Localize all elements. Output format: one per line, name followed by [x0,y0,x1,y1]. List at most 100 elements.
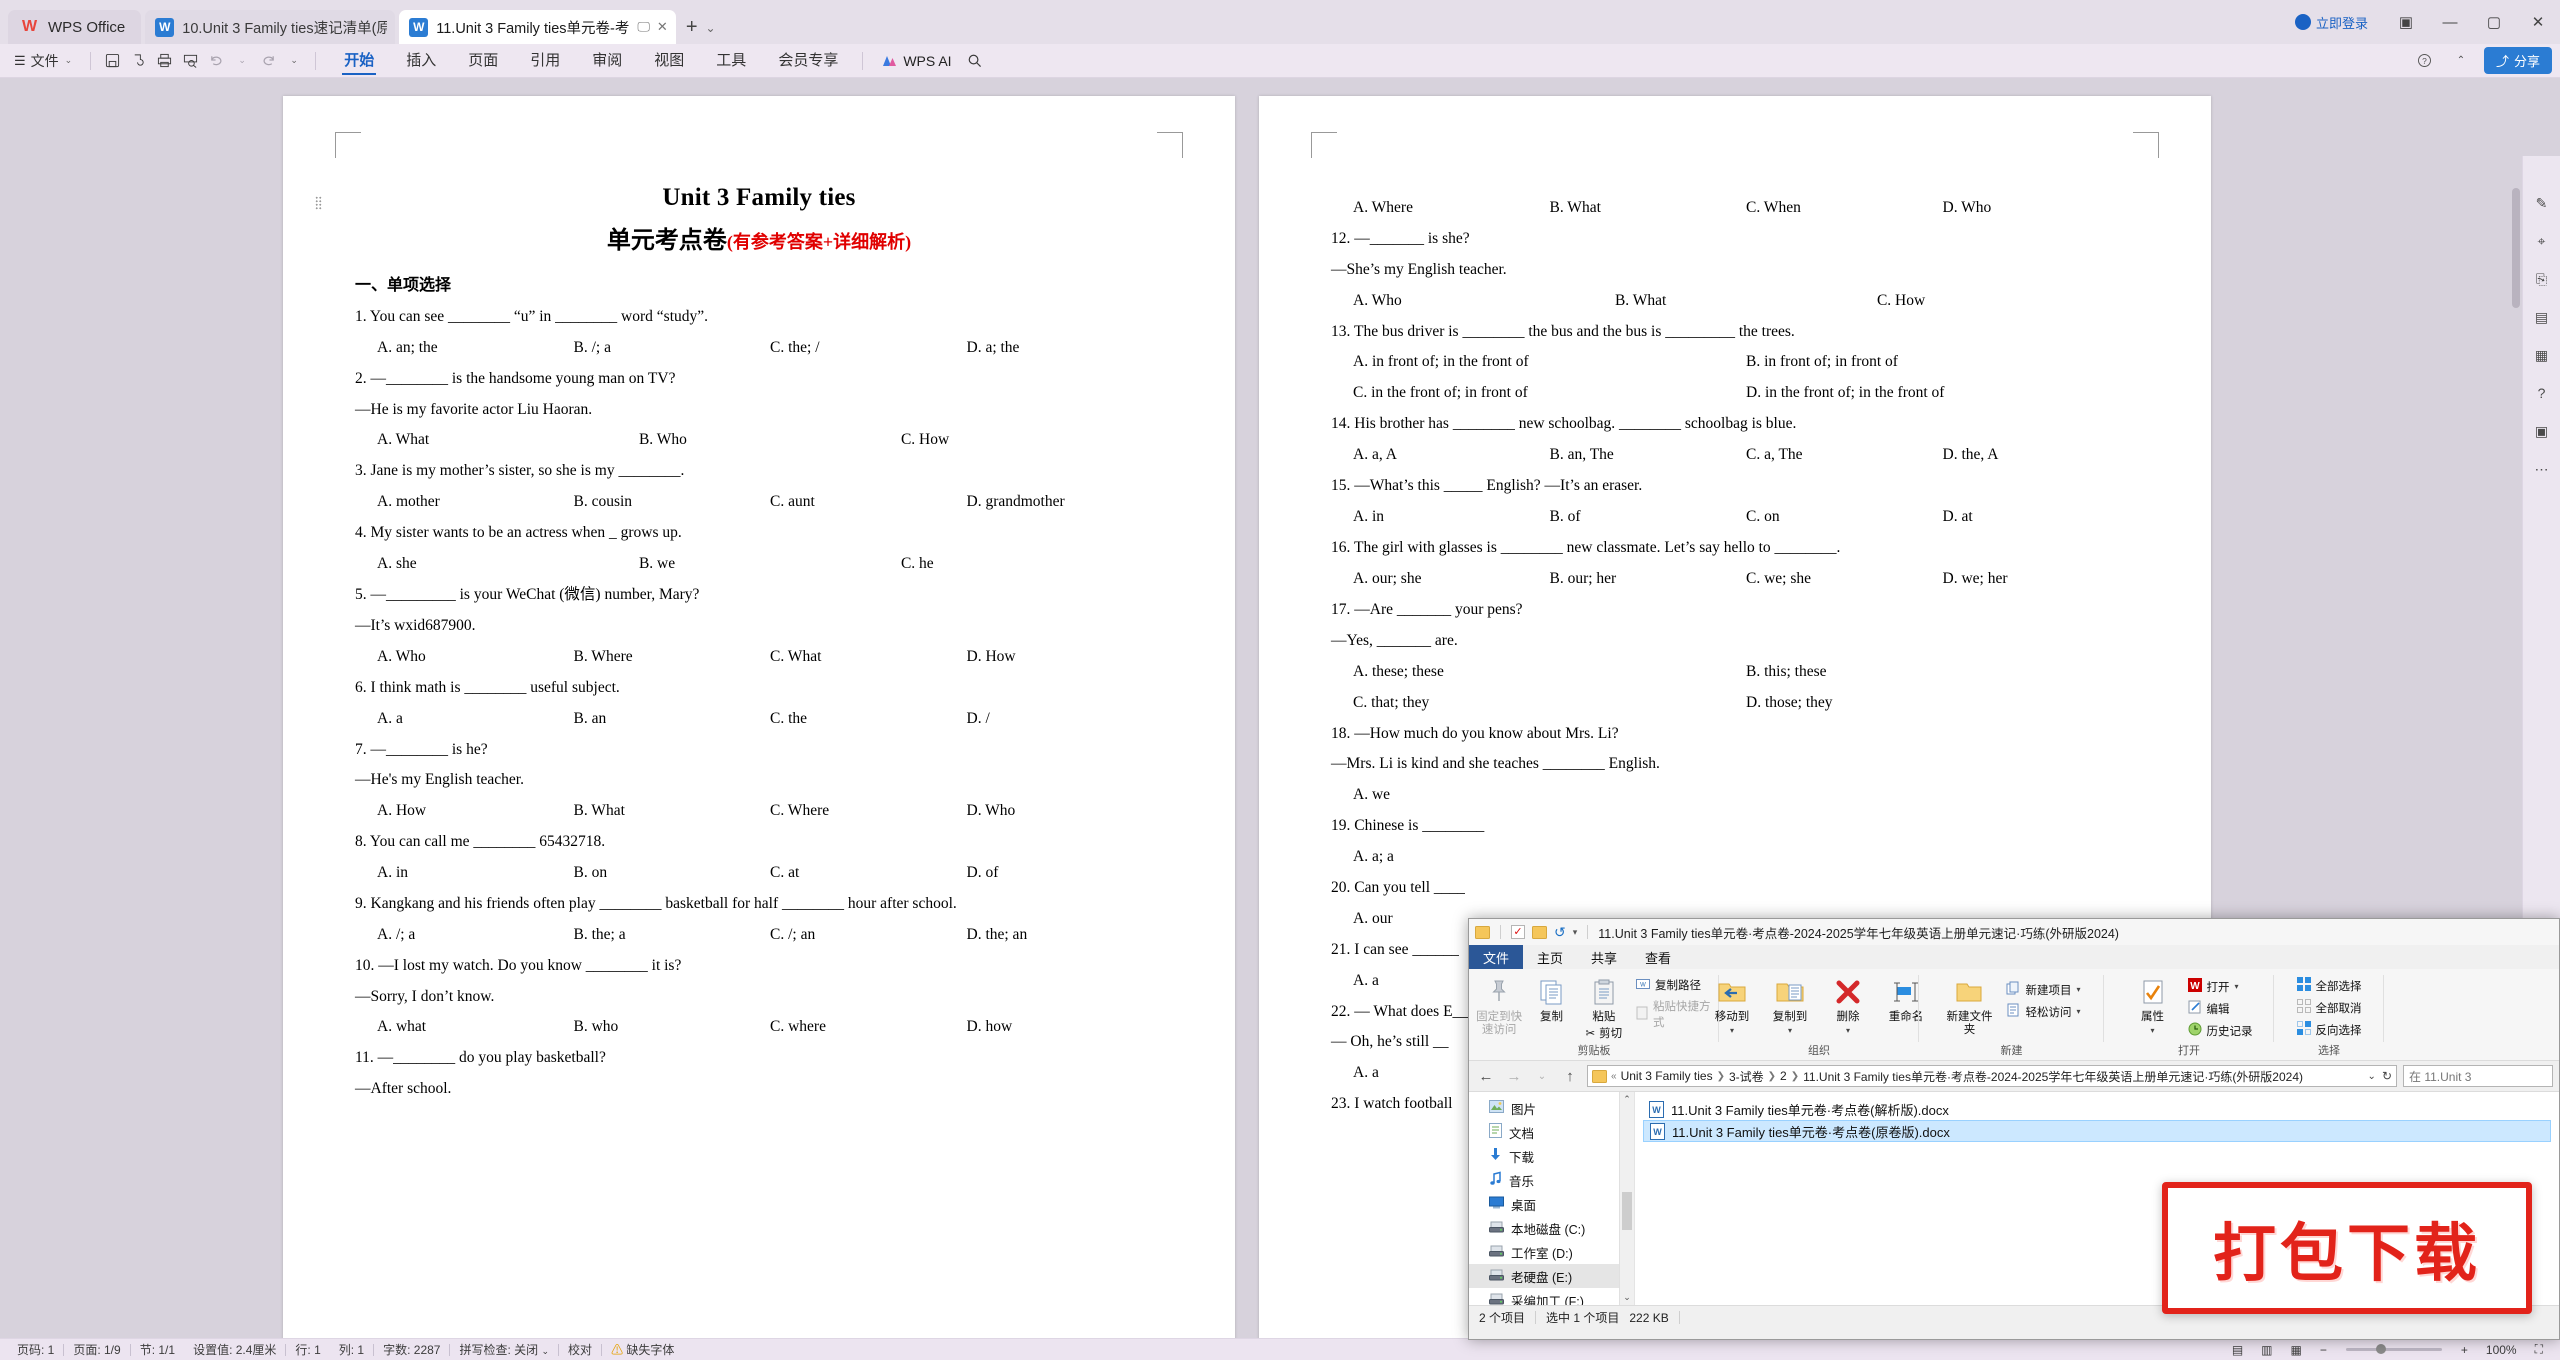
layout-icon[interactable]: ▣ [2384,5,2428,39]
vertical-scrollbar-thumb[interactable] [2512,188,2520,308]
zoom-slider-knob[interactable] [2375,1344,2386,1354]
cursor-select-icon[interactable]: ⌖ [2531,230,2553,252]
help-circle-icon[interactable]: ? [2531,382,2553,404]
wps-ai-button[interactable]: WPS AI [871,53,961,69]
share-button[interactable]: ⤴ 分享 [2483,47,2552,74]
zoom-slider[interactable] [2345,1344,2442,1354]
document-page-left[interactable]: Unit 3 Family ties 单元考点卷(有参考答案+详细解析) 一、单… [283,96,1235,1338]
nav-item-4[interactable]: 桌面 [1469,1192,1634,1216]
fullscreen-icon[interactable]: ⛶ [2526,1342,2552,1357]
copy-to-button[interactable]: 复制到 ▾ [1763,975,1817,1035]
breadcrumb-item-1[interactable]: 3-试卷 [1729,1068,1764,1085]
scroll-up-icon[interactable]: ⌃ [1620,1092,1634,1107]
search-input[interactable]: 在 11.Unit 3 [2403,1065,2553,1087]
status-proofread[interactable]: 校对 [559,1341,601,1358]
move-to-button[interactable]: 移动到 ▾ [1705,975,1759,1035]
login-button[interactable]: 立即登录 [2285,9,2378,35]
chevron-down-icon[interactable]: ▾ [1788,1026,1792,1035]
ribbon-tab-view[interactable]: 视图 [638,44,700,78]
chevron-down-icon[interactable]: ▾ [2076,1007,2080,1016]
maximize-button[interactable]: ▢ [2472,5,2516,39]
nav-item-7[interactable]: 老硬盘 (E:) [1469,1264,1634,1288]
new-folder-button[interactable]: 新建文件夹 [1942,975,1996,1037]
explorer-menu-file[interactable]: 文件 [1469,945,1524,969]
customize-quick-access-icon[interactable]: ▾ [1573,927,1578,938]
new-folder-quick-icon[interactable] [1532,925,1547,939]
scroll-down-icon[interactable]: ⌄ [1620,1290,1634,1305]
easy-access-button[interactable]: 轻松访问 ▾ [2006,1003,2081,1020]
pin-to-quick-access-button[interactable]: 固定到快速访问 [1475,975,1523,1037]
wps-office-home-tab[interactable]: W WPS Office [8,10,142,44]
tab-close-icon[interactable]: ✕ [657,19,668,35]
breadcrumb-item-2[interactable]: 2 [1780,1069,1787,1083]
minimize-button[interactable]: — [2428,5,2472,39]
new-item-button[interactable]: 新建项目 ▾ [2006,981,2081,998]
close-button[interactable]: ✕ [2516,5,2560,39]
ribbon-tab-review[interactable]: 审阅 [576,44,638,78]
tab-cast-icon[interactable]: 🖵 [637,19,650,35]
save-icon[interactable] [99,49,125,73]
undo-chevron-icon[interactable]: ⌄ [229,49,255,73]
status-page-number[interactable]: 页码: 1 [8,1341,63,1358]
zoom-out-button[interactable]: − [2311,1343,2336,1357]
paragraph-grip-handle[interactable] [315,196,322,210]
breadcrumb-overflow[interactable]: « [1611,1071,1617,1082]
explorer-nav-pane[interactable]: 图片 文档 下载 音乐 桌面 本地磁盘 (C:) 工作室 (D:) 老硬盘 (E:) 采编加工 … [1469,1092,1635,1305]
status-section[interactable]: 节: 1/1 [131,1341,184,1358]
search-icon[interactable] [962,49,988,73]
table-icon[interactable]: ▦ [2531,344,2553,366]
back-icon[interactable]: ← [1475,1068,1497,1085]
tab-list-chevron-icon[interactable]: ⌄ [706,21,716,35]
refresh-icon[interactable]: ↻ [2382,1069,2392,1083]
help-icon[interactable]: ? [2412,49,2438,73]
nav-item-5[interactable]: 本地磁盘 (C:) [1469,1216,1634,1240]
new-tab-button[interactable]: + [686,16,698,39]
zoom-in-button[interactable]: + [2452,1343,2477,1357]
edit-button[interactable]: 编辑 [2188,1000,2253,1017]
open-with-wps-button[interactable]: W 打开 ▾ [2187,978,2253,995]
print-icon[interactable] [151,49,177,73]
nav-item-8[interactable]: 采编加工 (F:) [1469,1288,1634,1305]
history-button[interactable]: 历史记录 [2188,1022,2253,1039]
file-list-item[interactable]: W 11.Unit 3 Family ties单元卷·考点卷(原卷版).docx [1643,1120,2551,1142]
address-dropdown-icon[interactable]: ⌄ [2368,1071,2376,1082]
undo-icon[interactable] [203,49,229,73]
status-missing-font[interactable]: ⚠ 缺失字体 [602,1341,683,1358]
document-tab-1[interactable]: W 10.Unit 3 Family ties速记清单(原卷版 [145,10,396,44]
status-spellcheck[interactable]: 拼写检查: 关闭 ⌄ [450,1341,558,1358]
breadcrumb[interactable]: « Unit 3 Family ties ❯ 3-试卷 ❯ 2 ❯ 11.Uni… [1587,1065,2397,1087]
chevron-down-icon[interactable]: ▾ [2076,985,2080,994]
print-preview-icon[interactable] [177,49,203,73]
nav-item-1[interactable]: 文档 [1469,1120,1634,1144]
copy-path-button[interactable]: W 复制路径 [1636,977,1713,993]
invert-selection-button[interactable]: 反向选择 [2296,1021,2362,1038]
recent-locations-icon[interactable]: ⌄ [1531,1071,1553,1082]
nav-scrollbar-thumb[interactable] [1622,1192,1632,1230]
explorer-menu-share[interactable]: 共享 [1577,945,1631,969]
zoom-level-label[interactable]: 100% [2477,1343,2526,1357]
ribbon-tab-member[interactable]: 会员专享 [762,44,854,78]
properties-button[interactable]: 属性 ▾ [2126,975,2180,1035]
explorer-menu-view[interactable]: 查看 [1631,945,1685,969]
explorer-menu-home[interactable]: 主页 [1523,945,1577,969]
ribbon-tab-reference[interactable]: 引用 [514,44,576,78]
view-mode-outline-icon[interactable]: ▦ [2282,1343,2311,1357]
cut-label[interactable]: 剪切 [1599,1028,1622,1041]
select-all-button[interactable]: 全部选择 [2296,977,2362,994]
more-options-icon[interactable]: ⋯ [2531,458,2553,480]
file-menu-button[interactable]: ☰ 文件 ⌄ [10,51,82,71]
ribbon-tab-insert[interactable]: 插入 [390,44,452,78]
nav-item-2[interactable]: 下载 [1469,1144,1634,1168]
nav-item-3[interactable]: 音乐 [1469,1168,1634,1192]
chevron-down-icon[interactable]: ▾ [1846,1026,1850,1035]
nav-scrollbar[interactable]: ⌃ ⌄ [1619,1092,1634,1305]
file-list-item[interactable]: W 11.Unit 3 Family ties单元卷·考点卷(解析版).docx [1643,1098,2551,1120]
paste-button[interactable]: 粘贴 ✂ 剪切 [1580,975,1628,1041]
edit-pen-icon[interactable]: ✎ [2531,192,2553,214]
redo-icon[interactable] [255,49,281,73]
view-mode-web-icon[interactable]: ▥ [2252,1343,2281,1357]
chevron-down-icon[interactable]: ▾ [2150,1026,2154,1035]
folder-icon[interactable] [1475,925,1490,939]
ribbon-tab-page[interactable]: 页面 [452,44,514,78]
nav-item-0[interactable]: 图片 [1469,1096,1634,1120]
